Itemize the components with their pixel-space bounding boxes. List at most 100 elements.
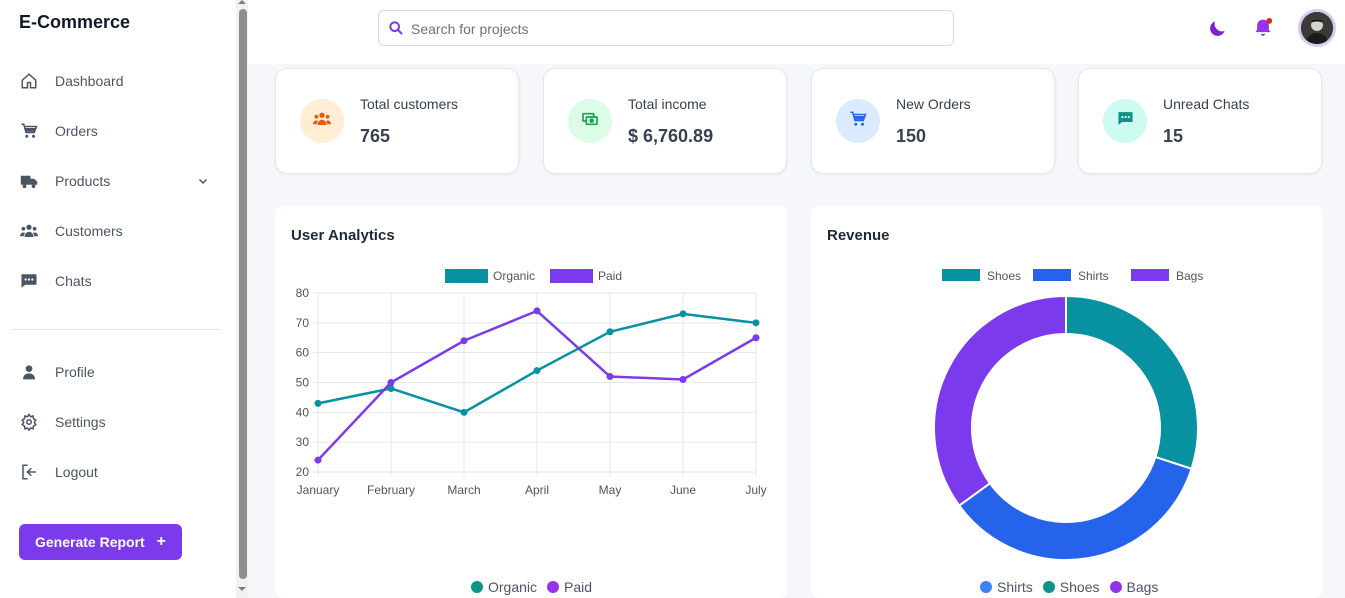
y-tick-label: 80 bbox=[296, 286, 310, 300]
stat-value: $ 6,760.89 bbox=[628, 126, 714, 146]
scroll-up-arrow-icon[interactable] bbox=[238, 0, 246, 4]
panel-title: User Analytics bbox=[291, 227, 395, 244]
stat-title: Total income bbox=[628, 96, 707, 112]
stat-title: New Orders bbox=[896, 96, 971, 112]
gear-icon bbox=[19, 412, 39, 432]
line-chart: 20 30 40 50 60 70 80 January February March April M… bbox=[296, 269, 767, 497]
plus-icon: + bbox=[156, 533, 166, 550]
chart-bottom-legend: Organic Paid bbox=[471, 579, 602, 595]
stat-icon-circle bbox=[300, 99, 344, 143]
brand-title: E-Commerce bbox=[19, 12, 131, 32]
sidebar-item-customers[interactable]: Customers bbox=[0, 211, 236, 251]
legend-item-shoes[interactable]: Shoes bbox=[1042, 579, 1100, 595]
legend-label: Paid bbox=[564, 579, 593, 595]
panel-title: Revenue bbox=[827, 227, 890, 244]
data-point bbox=[752, 319, 760, 327]
dark-mode-moon-icon[interactable] bbox=[1207, 17, 1229, 39]
logout-icon bbox=[19, 462, 39, 482]
stat-icon-circle bbox=[836, 99, 880, 143]
legend-label: Bags bbox=[1126, 579, 1159, 595]
data-point bbox=[314, 456, 322, 464]
data-point bbox=[606, 373, 614, 381]
data-point bbox=[314, 399, 322, 407]
generate-report-button[interactable]: Generate Report + bbox=[19, 524, 182, 560]
x-tick-label: April bbox=[525, 483, 549, 497]
data-point bbox=[679, 310, 687, 318]
y-tick-label: 70 bbox=[296, 316, 310, 330]
sidebar-item-orders[interactable]: Orders bbox=[0, 111, 236, 151]
scroll-down-arrow-icon[interactable] bbox=[238, 587, 246, 591]
stat-card-total-income: Total income $ 6,760.89 bbox=[543, 68, 787, 174]
notification-bell-icon[interactable] bbox=[1252, 17, 1274, 39]
legend-item-paid[interactable]: Paid bbox=[547, 579, 592, 595]
pie-slice bbox=[1065, 294, 1199, 471]
legend-item-shirts[interactable]: Shirts bbox=[980, 579, 1033, 595]
stat-value: 150 bbox=[896, 126, 927, 146]
chevron-down-icon[interactable] bbox=[197, 174, 211, 188]
legend-dot bbox=[980, 581, 992, 593]
data-point bbox=[460, 337, 468, 345]
x-tick-label: July bbox=[745, 483, 766, 497]
legend-label: Shoes bbox=[987, 269, 1021, 283]
users-icon bbox=[312, 110, 332, 133]
stat-card-new-orders: New Orders 150 bbox=[811, 68, 1055, 174]
legend-item-organic[interactable]: Organic bbox=[471, 579, 537, 595]
home-icon bbox=[19, 71, 39, 91]
legend-dot bbox=[471, 581, 483, 593]
pie-slice bbox=[957, 455, 1193, 561]
legend-label: Shirts bbox=[1078, 269, 1109, 283]
legend-label: Bags bbox=[1176, 269, 1203, 283]
x-tick-label: June bbox=[670, 483, 696, 497]
person-icon bbox=[19, 362, 39, 382]
y-tick-label: 20 bbox=[296, 465, 310, 479]
chat-icon bbox=[19, 271, 39, 291]
search-input[interactable] bbox=[411, 19, 931, 39]
data-point bbox=[533, 307, 541, 315]
search-icon bbox=[388, 20, 404, 36]
data-point bbox=[752, 334, 760, 342]
donut-chart: Shoes Shirts Bags bbox=[933, 269, 1203, 561]
data-point bbox=[387, 379, 395, 386]
sidebar-item-dashboard[interactable]: Dashboard bbox=[0, 61, 236, 101]
sidebar-item-settings[interactable]: Settings bbox=[0, 402, 236, 442]
legend-item-bags[interactable]: Bags bbox=[1109, 579, 1159, 595]
generate-report-label: Generate Report bbox=[35, 534, 145, 550]
sidebar-item-label: Orders bbox=[55, 123, 98, 139]
x-tick-label: January bbox=[297, 483, 340, 497]
cart-icon bbox=[19, 121, 39, 141]
sidebar-item-label: Settings bbox=[55, 414, 106, 430]
sidebar-item-label: Chats bbox=[55, 273, 92, 289]
sidebar-item-label: Customers bbox=[55, 223, 123, 239]
legend-label: Shirts bbox=[997, 579, 1033, 595]
avatar[interactable] bbox=[1298, 9, 1336, 47]
x-tick-label: March bbox=[447, 483, 480, 497]
legend-label: Shoes bbox=[1059, 579, 1100, 595]
chart-bottom-legend: Shirts Shoes Bags bbox=[980, 579, 1168, 595]
search-bar[interactable] bbox=[378, 10, 954, 46]
sidebar-item-products[interactable]: Products bbox=[0, 161, 236, 201]
legend-label: Organic bbox=[488, 579, 538, 595]
legend-swatch bbox=[550, 269, 593, 283]
pie-slice bbox=[933, 294, 1067, 507]
sidebar-item-label: Logout bbox=[55, 464, 98, 480]
legend-dot bbox=[1042, 581, 1055, 593]
sidebar-item-chats[interactable]: Chats bbox=[0, 261, 236, 301]
sidebar-item-logout[interactable]: Logout bbox=[0, 452, 236, 492]
stat-value: 765 bbox=[360, 126, 391, 146]
x-tick-label: May bbox=[599, 483, 622, 497]
legend-swatch bbox=[1033, 269, 1071, 281]
scrollbar-thumb[interactable] bbox=[239, 9, 247, 579]
legend-swatch bbox=[942, 269, 980, 281]
sidebar-item-profile[interactable]: Profile bbox=[0, 352, 236, 392]
x-tick-label: February bbox=[367, 483, 415, 497]
data-point bbox=[533, 367, 541, 375]
stat-card-unread-chats: Unread Chats 15 bbox=[1078, 68, 1322, 174]
legend-swatch bbox=[1131, 269, 1169, 281]
chat-icon bbox=[1117, 110, 1134, 132]
truck-icon bbox=[19, 171, 39, 191]
cart-icon bbox=[849, 110, 867, 133]
users-icon bbox=[19, 221, 39, 241]
legend-label: Paid bbox=[598, 269, 622, 283]
sidebar-item-label: Profile bbox=[55, 364, 95, 380]
data-point bbox=[460, 408, 468, 416]
